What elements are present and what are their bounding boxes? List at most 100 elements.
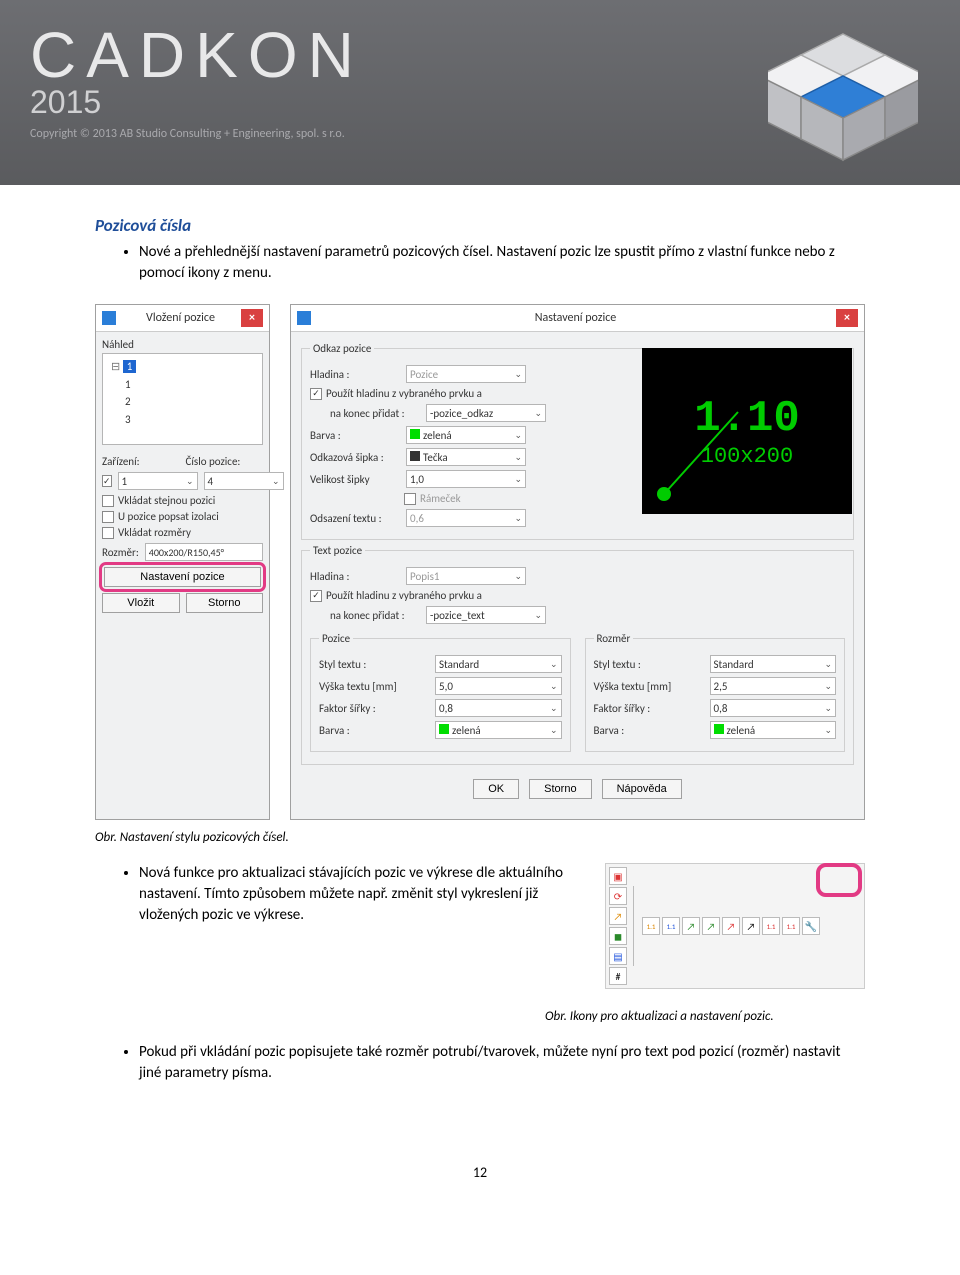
bullet-item: Nové a přehlednější nastavení parametrů … — [139, 242, 865, 284]
hladina2-select[interactable]: Popis1⌄ — [406, 567, 526, 585]
figure-caption-1: Obr. Nastavení stylu pozicových čísel. — [95, 830, 865, 845]
group-pozice: Pozice Styl textu : Standard⌄ Výška textu… — [310, 632, 571, 752]
barva-select-p[interactable]: zelená⌄ — [435, 721, 562, 739]
legend-text: Text pozice — [310, 544, 365, 557]
bullet-list: Nové a přehlednější nastavení parametrů … — [95, 242, 865, 284]
header-banner: CADKON 2015 Copyright © 2013 AB Studio C… — [0, 0, 960, 185]
tree-toggle-icon[interactable]: ⊟ — [111, 360, 120, 373]
cislo-select[interactable]: 4⌄ — [204, 472, 284, 490]
toolbar-figure: ▣ ⟳ ↗ ◼ ▤ # 1.1 1.1 ↗ ↗ ↗ ↗ 1.1 1.1 — [605, 863, 865, 989]
vlozit-button[interactable]: Vložit — [102, 593, 180, 613]
tree-preview[interactable]: ⊟ 1 1 2 3 — [102, 353, 263, 445]
chk-pouzit-hladinu2[interactable]: ✓Použít hladinu z vybraného prvku a — [310, 589, 845, 602]
preview-viewport: 1.10 100x200 — [642, 348, 852, 514]
toolbar-settings-icon[interactable]: 1.1 — [782, 917, 800, 935]
toolbar-icon[interactable]: ▣ — [609, 867, 627, 885]
row-bullet-toolbar: Nová funkce pro aktualizaci stávajících … — [95, 863, 865, 989]
rozmer-input[interactable]: 400x200/R150,45° — [145, 543, 263, 561]
vyska-label-r: Výška textu [mm] — [594, 680, 704, 693]
zarizeni-label: Zařízení: — [102, 455, 180, 468]
chk-vkladat-rozmery[interactable]: Vkládat rozměry — [102, 526, 263, 539]
chk-pouzit-hladinu[interactable]: ✓Použít hladinu z vybraného prvku a — [310, 387, 630, 400]
cube-3d-logo-icon — [768, 22, 918, 177]
nahled-label: Náhled — [102, 338, 263, 351]
chk-stejnou-pozici[interactable]: Vkládat stejnou pozici — [102, 494, 263, 507]
chevron-down-icon: ⌄ — [510, 571, 522, 582]
odsazeni-label: Odsazení textu : — [310, 512, 400, 525]
nastaveni-pozice-button[interactable]: Nastavení pozice — [104, 567, 261, 587]
storno-button[interactable]: Storno — [186, 593, 264, 613]
barva-select-r[interactable]: zelená⌄ — [710, 721, 837, 739]
nakonec-label: na konec přidat : — [330, 407, 420, 420]
hladina-label: Hladina : — [310, 368, 400, 381]
storno-button[interactable]: Storno — [529, 779, 591, 799]
bullet-list: Nová funkce pro aktualizaci stávajících … — [95, 863, 581, 926]
ok-button[interactable]: OK — [473, 779, 519, 799]
velikost-select[interactable]: 1,0⌄ — [406, 470, 526, 488]
tree-node[interactable]: 3 — [111, 411, 254, 429]
toolbar-label-icon[interactable]: 1.1 — [662, 917, 680, 935]
styl-label-r: Styl textu : — [594, 658, 704, 671]
faktor-select-r[interactable]: 0,8⌄ — [710, 699, 837, 717]
faktor-label: Faktor šířky : — [319, 702, 429, 715]
barva-select[interactable]: zelená⌄ — [406, 426, 526, 444]
vyska-select[interactable]: 5,0⌄ — [435, 677, 562, 695]
vyska-select-r[interactable]: 2,5⌄ — [710, 677, 837, 695]
toolbar-arrow-icon[interactable]: ↗ — [742, 917, 760, 935]
legend-pozice: Pozice — [319, 632, 353, 645]
toolbar-icon[interactable]: # — [609, 967, 627, 985]
legend-rozmer: Rozměr — [594, 632, 634, 645]
toolbar-arrow-icon[interactable]: ↗ — [702, 917, 720, 935]
toolbar-arrow-icon[interactable]: ↗ — [682, 917, 700, 935]
chevron-down-icon: ⌄ — [820, 681, 832, 692]
chevron-down-icon: ⌄ — [530, 408, 542, 419]
styl-select-r[interactable]: Standard⌄ — [710, 655, 837, 673]
toolbar-icon[interactable]: ▤ — [609, 947, 627, 965]
window-icon — [297, 311, 311, 325]
chevron-down-icon: ⌄ — [510, 452, 522, 463]
figure-dialogs: Vložení pozice × Náhled ⊟ 1 1 2 3 Zaříze… — [95, 304, 865, 820]
chk-popsat-izolaci[interactable]: U pozice popsat izolaci — [102, 510, 263, 523]
bullet-item: Nová funkce pro aktualizaci stávajících … — [139, 863, 581, 926]
chevron-down-icon: ⌄ — [546, 681, 558, 692]
vyska-label: Výška textu [mm] — [319, 680, 429, 693]
toolbar-icon[interactable]: ◼ — [609, 927, 627, 945]
bullet-list: Pokud při vkládání pozic popisujete také… — [95, 1042, 865, 1084]
dialog-titlebar: Vložení pozice × — [96, 305, 269, 332]
zarizeni-select[interactable]: 1⌄ — [118, 472, 198, 490]
chevron-down-icon: ⌄ — [530, 610, 542, 621]
toolbar-icon[interactable]: ⟳ — [609, 887, 627, 905]
cislo-label: Číslo pozice: — [186, 455, 264, 468]
chk-ramecek[interactable]: Rámeček — [310, 492, 630, 505]
sipka-select[interactable]: Tečka⌄ — [406, 448, 526, 466]
tree-node[interactable]: 1 — [111, 376, 254, 394]
page-number: 12 — [95, 1164, 865, 1211]
page-content: Pozicová čísla Nové a přehlednější nasta… — [0, 185, 960, 1241]
legend-odkaz: Odkaz pozice — [310, 342, 374, 355]
toolbar-refresh-icon[interactable]: 1.1 — [762, 917, 780, 935]
toolbar-label-icon[interactable]: 1.1 — [642, 917, 660, 935]
nakonec2-select[interactable]: -pozice_text⌄ — [426, 606, 546, 624]
toolbar-icon[interactable]: ↗ — [609, 907, 627, 925]
zarizeni-checkbox[interactable]: ✓ — [102, 475, 112, 487]
hladina-select[interactable]: Pozice⌄ — [406, 365, 526, 383]
nakonec-select[interactable]: -pozice_odkaz⌄ — [426, 404, 546, 422]
close-icon[interactable]: × — [241, 309, 263, 327]
odsazeni-select[interactable]: 0,6⌄ — [406, 509, 526, 527]
chevron-down-icon: ⌄ — [510, 474, 522, 485]
close-icon[interactable]: × — [836, 309, 858, 327]
dialog-vlozeni-pozice: Vložení pozice × Náhled ⊟ 1 1 2 3 Zaříze… — [95, 304, 270, 820]
tree-node[interactable]: 2 — [111, 393, 254, 411]
chevron-down-icon: ⌄ — [546, 703, 558, 714]
styl-select[interactable]: Standard⌄ — [435, 655, 562, 673]
velikost-label: Velikost šipky — [310, 473, 400, 486]
tree-root[interactable]: 1 — [123, 360, 137, 373]
styl-label: Styl textu : — [319, 658, 429, 671]
napoveda-button[interactable]: Nápověda — [602, 779, 682, 799]
barva-label-p: Barva : — [319, 724, 429, 737]
highlight-circle — [816, 863, 862, 897]
faktor-select[interactable]: 0,8⌄ — [435, 699, 562, 717]
toolbar-wrench-icon[interactable]: 🔧 — [802, 917, 820, 935]
chevron-down-icon: ⌄ — [182, 476, 194, 487]
toolbar-arrow-icon[interactable]: ↗ — [722, 917, 740, 935]
